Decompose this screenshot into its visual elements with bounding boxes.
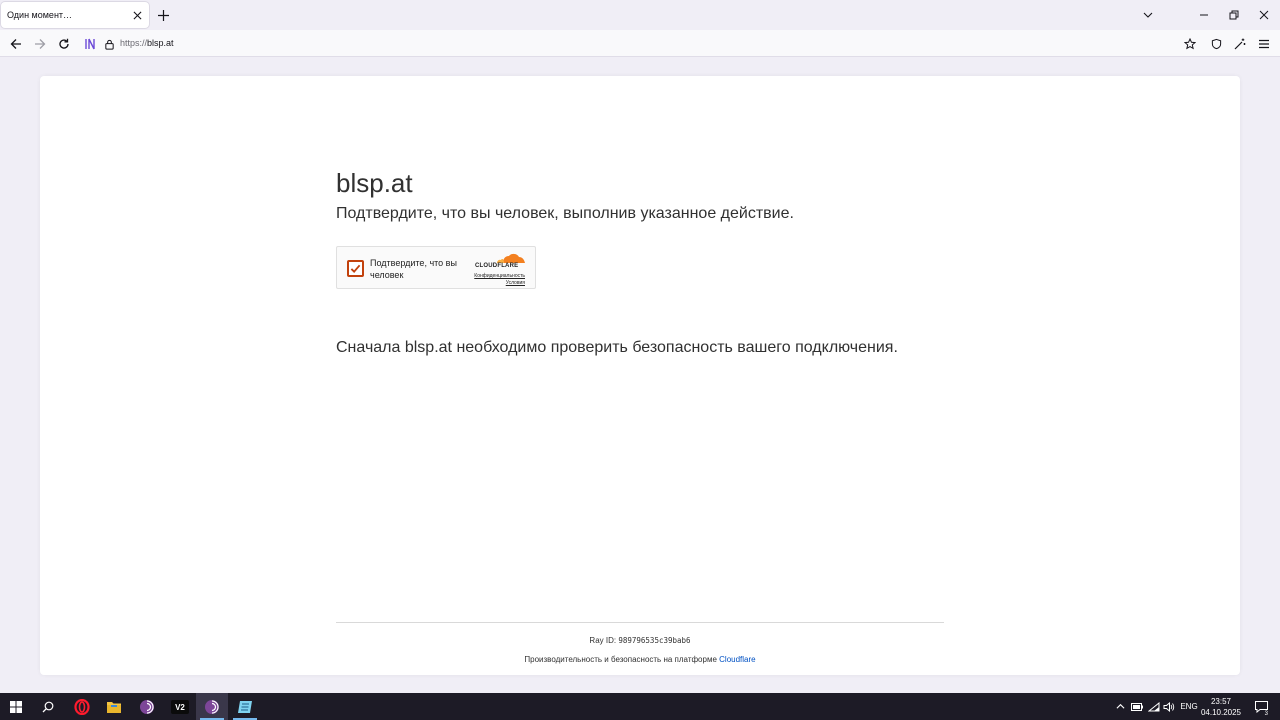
battery-icon: [1131, 702, 1143, 711]
chevron-down-icon: [1143, 12, 1153, 18]
volume-button[interactable]: [1162, 693, 1176, 720]
opera-icon: [74, 698, 90, 715]
notification-count-badge: 3: [1263, 711, 1269, 717]
cloudflare-link[interactable]: Cloudflare: [719, 655, 755, 664]
close-tab-button[interactable]: [128, 6, 146, 24]
ray-id-label: Ray ID:: [589, 636, 617, 645]
minimize-icon: [1200, 14, 1208, 16]
checkbox-label: Подтвердите, что вы человек: [370, 258, 457, 280]
start-button[interactable]: [0, 693, 32, 720]
bookmark-button[interactable]: [1180, 34, 1200, 54]
footer-divider: [336, 622, 944, 623]
folder-icon: [107, 701, 121, 713]
plus-icon: [157, 9, 169, 21]
extensions-button[interactable]: [1230, 34, 1250, 54]
close-icon: [133, 11, 141, 19]
wifi-icon: [1148, 701, 1160, 711]
site-title: blsp.at: [336, 168, 413, 198]
forward-button[interactable]: [30, 34, 50, 54]
notifications-button[interactable]: 3: [1250, 693, 1272, 720]
list-all-tabs-button[interactable]: [1139, 6, 1157, 24]
battery-button[interactable]: [1130, 693, 1144, 720]
new-tab-button[interactable]: [154, 6, 172, 24]
chevron-up-icon: [1116, 703, 1124, 709]
tor-browser-icon: [140, 699, 154, 714]
widget-links: Конфиденциальность Условия: [474, 273, 525, 287]
tab-active[interactable]: Один момент…: [1, 2, 149, 28]
tab-strip: Один момент…: [0, 0, 1280, 30]
svg-text:V2: V2: [175, 703, 185, 712]
performance-text: Производительность и безопасность на пла…: [524, 655, 717, 664]
shield-icon: [1211, 38, 1221, 50]
clock-time: 23:57: [1210, 697, 1232, 706]
taskbar-notes-app[interactable]: [229, 693, 261, 720]
back-button[interactable]: [6, 34, 26, 54]
clock-date: 04.10.2025: [1200, 708, 1242, 717]
lock-icon: [104, 39, 114, 50]
minimize-button[interactable]: [1194, 5, 1214, 25]
taskbar-opera[interactable]: [66, 693, 98, 720]
restore-button[interactable]: [1224, 5, 1244, 25]
network-button[interactable]: [1147, 693, 1161, 720]
site-info-button[interactable]: [99, 34, 119, 54]
navigation-toolbar: https://blsp.at: [0, 30, 1280, 57]
restore-icon: [1229, 10, 1239, 20]
tor-browser-icon: [205, 699, 219, 714]
extension-icon: [85, 38, 95, 50]
close-icon: [1259, 10, 1269, 20]
search-button[interactable]: [32, 693, 64, 720]
tab-title: Один момент…: [7, 10, 73, 20]
windows-logo-icon: [10, 700, 22, 713]
v2-app-icon: V2: [171, 699, 189, 714]
tracking-protection-button[interactable]: [1206, 34, 1226, 54]
speaker-icon: [1163, 701, 1175, 712]
url-bar[interactable]: https://blsp.at: [120, 38, 174, 48]
search-icon: [42, 701, 54, 712]
hamburger-menu-icon: [1259, 39, 1269, 49]
clock[interactable]: 23:57 04.10.2025: [1198, 696, 1244, 718]
magic-wand-icon: [1234, 38, 1246, 50]
app-menu-button[interactable]: [1254, 34, 1274, 54]
url-scheme: https://: [120, 38, 148, 48]
reload-button[interactable]: [54, 34, 74, 54]
reload-icon: [59, 38, 69, 49]
arrow-left-icon: [10, 39, 21, 49]
taskbar-file-explorer[interactable]: [98, 693, 130, 720]
check-icon: [350, 264, 361, 274]
security-notice: Сначала blsp.at необходимо проверить без…: [336, 339, 898, 356]
windows-taskbar: V2 ENG 23:57 04.10.2025 3: [0, 693, 1280, 720]
privacy-link[interactable]: Конфиденциальность: [474, 273, 525, 280]
notepad-icon: [238, 700, 252, 713]
url-host: blsp.at: [147, 38, 174, 48]
turnstile-widget: Подтвердите, что вы человек CLOUDFLARE К…: [336, 246, 536, 289]
close-window-button[interactable]: [1254, 5, 1274, 25]
extension-button[interactable]: [80, 34, 100, 54]
star-icon: [1184, 38, 1196, 50]
ray-id-value: 989796535c39bab6: [618, 636, 691, 645]
taskbar-tor-browser-active[interactable]: [196, 693, 228, 720]
page-card: blsp.at Подтвердите, что вы человек, вып…: [40, 76, 1240, 675]
taskbar-tor-browser[interactable]: [131, 693, 163, 720]
human-verification-checkbox[interactable]: [347, 260, 364, 277]
ray-id-line: Ray ID: 989796535c39bab6: [40, 636, 1240, 645]
input-language-button[interactable]: ENG: [1178, 693, 1200, 720]
performance-line: Производительность и безопасность на пла…: [40, 655, 1240, 664]
arrow-right-icon: [35, 39, 46, 49]
cloudflare-wordmark: CLOUDFLARE: [475, 263, 519, 269]
terms-link[interactable]: Условия: [474, 280, 525, 287]
show-hidden-icons-button[interactable]: [1113, 693, 1127, 720]
taskbar-v2-app[interactable]: V2: [164, 693, 196, 720]
page-subtitle: Подтвердите, что вы человек, выполнив ук…: [336, 205, 794, 222]
